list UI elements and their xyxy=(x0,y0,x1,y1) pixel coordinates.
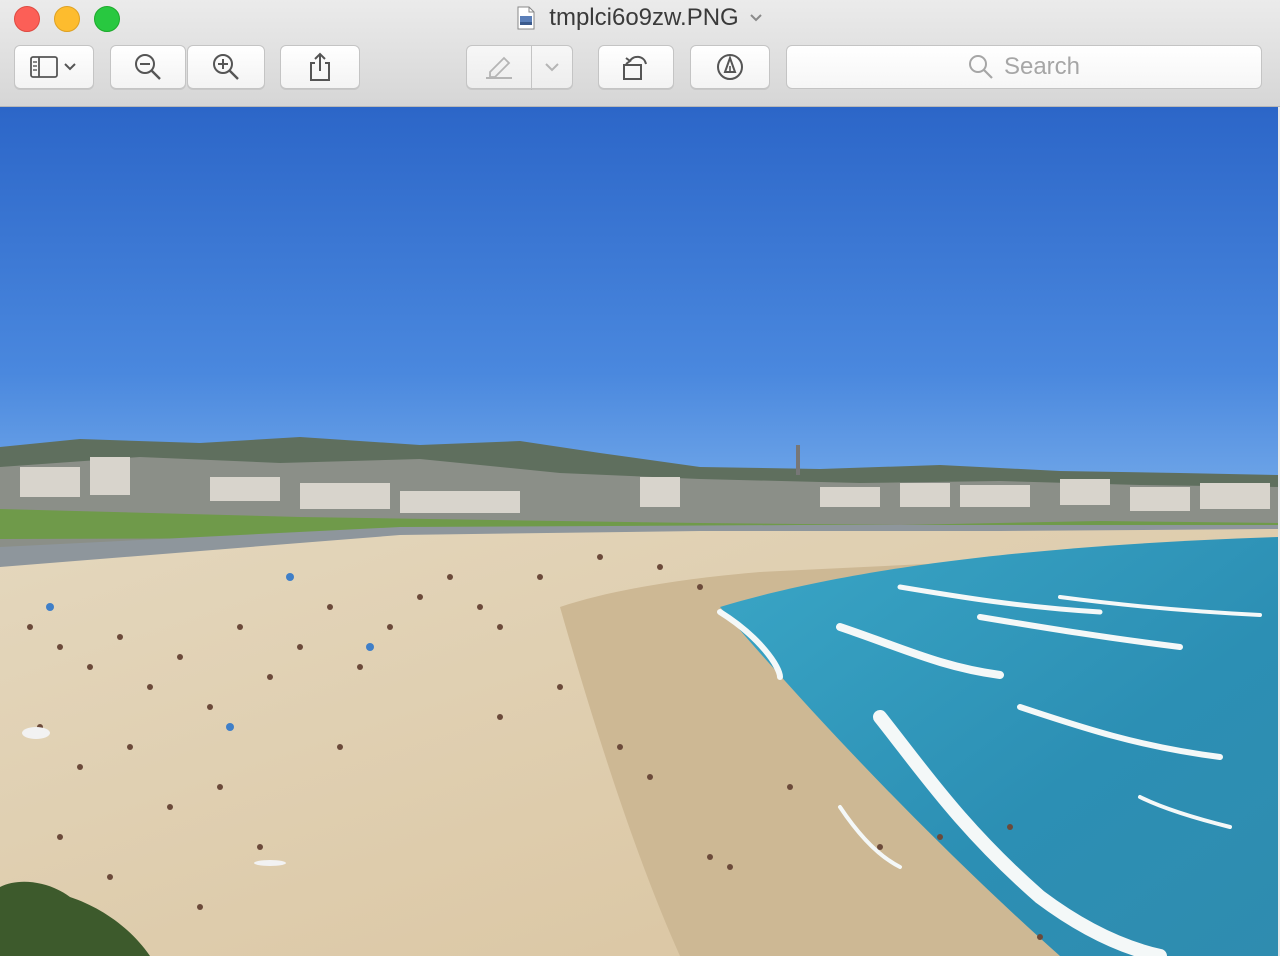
rotate-left-icon xyxy=(623,55,647,80)
window-title: tmplci6o9zw.PNG xyxy=(549,4,739,31)
zoom-in-button[interactable] xyxy=(187,45,265,89)
share-icon xyxy=(310,52,330,81)
markup-pen-icon xyxy=(717,54,743,80)
window-toolbar: tmplci6o9zw.PNG Search xyxy=(0,0,1280,107)
image-viewport[interactable] xyxy=(0,107,1278,956)
chevron-down-icon xyxy=(545,63,559,72)
search-placeholder: Search xyxy=(1003,53,1081,80)
zoom-out-icon xyxy=(135,54,161,80)
beach-photo xyxy=(0,107,1278,956)
zoom-out-button[interactable] xyxy=(110,45,186,89)
rotate-button[interactable] xyxy=(598,45,674,89)
markup-highlighter-button[interactable] xyxy=(466,45,532,89)
sidebar-button[interactable] xyxy=(14,45,94,89)
image-file-icon xyxy=(517,6,535,30)
window-title-bar[interactable]: tmplci6o9zw.PNG xyxy=(0,2,1280,34)
chevron-down-icon[interactable] xyxy=(749,13,763,23)
highlighter-icon xyxy=(486,56,512,79)
share-button[interactable] xyxy=(280,45,360,89)
zoom-in-icon xyxy=(213,54,239,80)
markup-toolbar-button[interactable] xyxy=(690,45,770,89)
sidebar-icon xyxy=(30,56,76,78)
search-icon xyxy=(968,55,993,79)
search-field[interactable]: Search xyxy=(786,45,1262,89)
markup-menu-button[interactable] xyxy=(531,45,573,89)
